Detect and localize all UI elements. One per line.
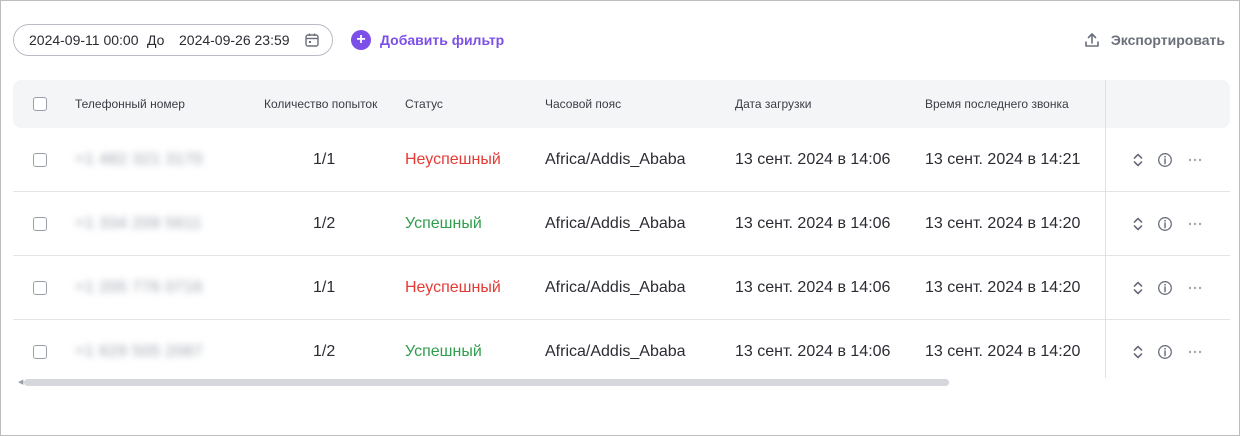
select-all-checkbox[interactable] — [33, 97, 47, 111]
info-icon[interactable] — [1157, 280, 1173, 296]
cell-uploaded: 13 сент. 2024 в 14:06 — [735, 279, 891, 296]
cell-uploaded: 13 сент. 2024 в 14:06 — [735, 151, 891, 168]
horizontal-scrollbar[interactable]: ◀ — [18, 379, 1230, 387]
cell-status: Успешный — [405, 215, 482, 232]
date-range-picker[interactable]: 2024-09-11 00:00 До 2024-09-26 23:59 — [13, 24, 333, 56]
column-header-status[interactable]: Статус — [405, 97, 443, 111]
column-header-last-call[interactable]: Время последнего звонка — [925, 97, 1069, 111]
cell-phone: +1 334 209 5611 — [75, 215, 202, 232]
export-label: Экспортировать — [1110, 32, 1225, 48]
cell-last-call: 13 сент. 2024 в 14:21 — [925, 151, 1081, 168]
date-to[interactable]: 2024-09-26 23:59 — [179, 32, 297, 48]
cell-status: Неуспешный — [405, 279, 501, 296]
sort-arrows-icon[interactable] — [1130, 152, 1146, 168]
cell-status: Успешный — [405, 343, 482, 360]
cell-attempts: 1/1 — [313, 151, 336, 168]
cell-phone: +1 205 776 0716 — [75, 279, 204, 296]
export-button[interactable]: Экспортировать — [1083, 30, 1225, 50]
sort-arrows-icon[interactable] — [1130, 280, 1146, 296]
row-checkbox[interactable] — [33, 345, 47, 359]
table-body: +1 482 321 3170 1/1 Неуспешный Africa/Addis… — [13, 128, 1230, 384]
cell-timezone: Africa/Addis_Ababa — [545, 215, 686, 232]
cell-last-call: 13 сент. 2024 в 14:20 — [925, 279, 1081, 296]
add-filter-label: Добавить фильтр — [380, 32, 505, 48]
cell-attempts: 1/2 — [313, 215, 336, 232]
contacts-table: Телефонный номер Количество попыток Стат… — [13, 80, 1230, 384]
date-separator: До — [147, 32, 165, 48]
add-filter-button[interactable]: + Добавить фильтр — [351, 30, 504, 50]
cell-status: Неуспешный — [405, 151, 501, 168]
row-checkbox[interactable] — [33, 217, 47, 231]
column-header-attempts[interactable]: Количество попыток — [264, 97, 377, 111]
cell-attempts: 1/2 — [313, 343, 336, 360]
cell-timezone: Africa/Addis_Ababa — [545, 151, 686, 168]
info-icon[interactable] — [1157, 344, 1173, 360]
sort-arrows-icon[interactable] — [1130, 344, 1146, 360]
row-checkbox[interactable] — [33, 153, 47, 167]
more-icon[interactable] — [1187, 216, 1203, 232]
info-icon[interactable] — [1157, 216, 1173, 232]
table-header: Телефонный номер Количество попыток Стат… — [13, 80, 1230, 128]
cell-attempts: 1/1 — [313, 279, 336, 296]
cell-phone: +1 629 505 2087 — [75, 343, 204, 360]
column-header-uploaded[interactable]: Дата загрузки — [735, 97, 811, 111]
cell-uploaded: 13 сент. 2024 в 14:06 — [735, 343, 891, 360]
plus-circle-icon: + — [351, 30, 371, 50]
table-row[interactable]: +1 629 505 2087 1/2 Успешный Africa/Addis_A… — [13, 320, 1230, 384]
sort-arrows-icon[interactable] — [1130, 216, 1146, 232]
date-from[interactable]: 2024-09-11 00:00 — [29, 32, 147, 48]
cell-timezone: Africa/Addis_Ababa — [545, 279, 686, 296]
scrollbar-thumb[interactable] — [24, 379, 949, 386]
upload-icon — [1083, 31, 1101, 49]
info-icon[interactable] — [1157, 152, 1173, 168]
column-header-timezone[interactable]: Часовой пояс — [545, 97, 621, 111]
more-icon[interactable] — [1187, 152, 1203, 168]
cell-uploaded: 13 сент. 2024 в 14:06 — [735, 215, 891, 232]
cell-last-call: 13 сент. 2024 в 14:20 — [925, 215, 1081, 232]
row-checkbox[interactable] — [33, 281, 47, 295]
column-header-phone[interactable]: Телефонный номер — [75, 97, 185, 111]
app-frame: 2024-09-11 00:00 До 2024-09-26 23:59 + Д… — [0, 0, 1240, 436]
cell-phone: +1 482 321 3170 — [75, 151, 204, 168]
more-icon[interactable] — [1187, 344, 1203, 360]
calendar-icon[interactable] — [304, 32, 320, 48]
scroll-left-arrow-icon[interactable]: ◀ — [18, 379, 23, 387]
cell-timezone: Africa/Addis_Ababa — [545, 343, 686, 360]
more-icon[interactable] — [1187, 280, 1203, 296]
table-row[interactable]: +1 482 321 3170 1/1 Неуспешный Africa/Addis… — [13, 128, 1230, 192]
sticky-column-divider — [1105, 80, 1106, 378]
table-row[interactable]: +1 205 776 0716 1/1 Неуспешный Africa/Addis… — [13, 256, 1230, 320]
table-row[interactable]: +1 334 209 5611 1/2 Успешный Africa/Addis_A… — [13, 192, 1230, 256]
cell-last-call: 13 сент. 2024 в 14:20 — [925, 343, 1081, 360]
